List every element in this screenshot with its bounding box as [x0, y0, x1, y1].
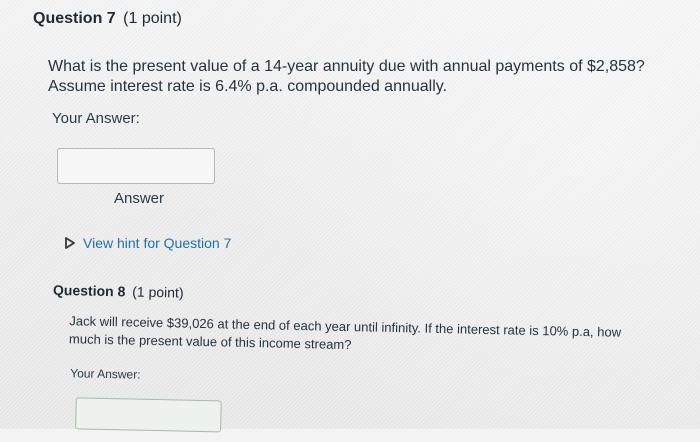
- question-8-section: Question 8 (1 point) Jack will receive $…: [0, 0, 700, 442]
- question-8-header: Question 8 (1 point): [53, 282, 184, 301]
- question-8-title: Question 8: [52, 281, 126, 300]
- question-8-answer-input[interactable]: [75, 397, 222, 433]
- question-8-points: (1 point): [132, 283, 184, 301]
- question-8-text: Jack will receive $39,026 at the end of …: [68, 313, 622, 353]
- question-8-your-answer-label: Your Answer:: [70, 366, 141, 382]
